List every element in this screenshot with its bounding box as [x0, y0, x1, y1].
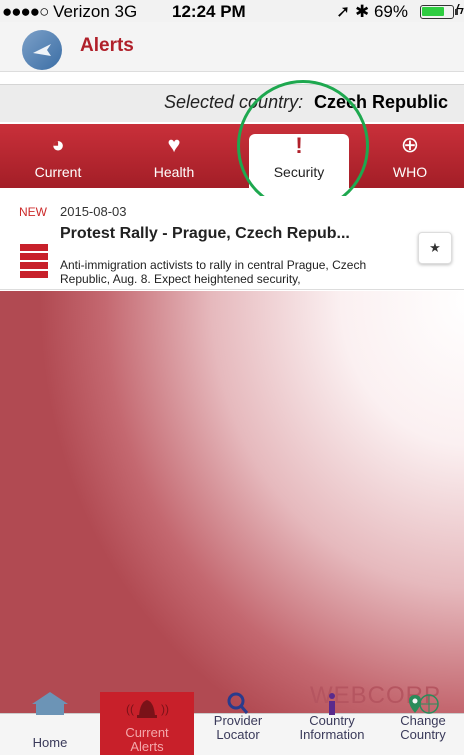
tabbar-label-line1: Current: [125, 725, 169, 740]
carrier-info: ●●●●○ Verizon 3G: [2, 2, 137, 22]
tab-who[interactable]: ⊕ WHO: [356, 124, 464, 188]
tabbar-provider-locator[interactable]: Provider Locator: [194, 692, 282, 755]
page-title: Alerts: [80, 35, 134, 56]
tab-label: WHO: [392, 164, 428, 180]
alert-list-item[interactable]: NEW 2015-08-03 Protest Rally - Prague, C…: [0, 196, 464, 290]
selected-country-bar: Selected country: Czech Republic: [0, 84, 464, 122]
alarm-bell-icon: (( )): [126, 700, 169, 718]
home-icon: [32, 692, 68, 715]
carrier-name: Verizon: [53, 2, 110, 21]
alert-category-tabs: ◕ Current ♥ Health ! Security ⊕ WHO: [0, 124, 464, 188]
star-icon: ★: [429, 240, 441, 255]
tabbar-label-line1: Provider: [213, 713, 263, 728]
tabbar-home[interactable]: Home: [0, 692, 100, 755]
alert-date: 2015-08-03: [60, 204, 127, 219]
tabbar-label-line1: Change: [400, 713, 446, 728]
globe-icon: ⊕: [400, 132, 420, 157]
tabbar-current-alerts[interactable]: (( )) Current Alerts: [100, 692, 194, 755]
location-bluetooth-icon: ➚ ✱: [336, 2, 370, 21]
status-indicators: ➚ ✱ 69%: [336, 2, 408, 22]
tabbar-label-line2: Country: [400, 727, 446, 742]
alert-title: Protest Rally - Prague, Czech Repub...: [60, 225, 350, 242]
alert-summary: Anti-immigration activists to rally in c…: [60, 258, 367, 286]
favorite-star-button[interactable]: ★: [418, 232, 452, 264]
tabbar-label-line2: Locator: [216, 727, 260, 742]
highlight-circle: [237, 80, 369, 212]
app-header: Alerts: [0, 22, 464, 72]
tab-health[interactable]: ♥ Health: [116, 124, 232, 188]
charging-icon: ϟ: [456, 1, 464, 18]
tab-current[interactable]: ◕ Current: [0, 124, 116, 188]
battery-icon: [420, 5, 458, 19]
tabbar-change-country[interactable]: Change Country: [382, 694, 464, 755]
content-background: [0, 291, 464, 713]
new-badge: NEW: [19, 205, 47, 219]
svg-text:((: ((: [126, 702, 134, 716]
network-type: 3G: [114, 2, 138, 21]
tabbar-label: Home: [32, 735, 68, 750]
status-bar: ●●●●○ Verizon 3G 12:24 PM ➚ ✱ 69% ϟ: [0, 0, 464, 22]
airplane-globe-icon[interactable]: [22, 30, 62, 70]
tabbar-label-line1: Country: [309, 713, 355, 728]
signal-strength-icon: ●●●●○: [2, 2, 49, 21]
pie-clock-icon: ◕: [51, 132, 65, 157]
bottom-tab-bar: Home (( )) Current Alerts Provider Locat…: [0, 692, 464, 755]
svg-text:)): )): [161, 702, 169, 716]
tabbar-label-line2: Information: [299, 727, 365, 742]
tabbar-country-information[interactable]: Country Information: [282, 693, 382, 755]
battery-percent: 69%: [373, 2, 408, 21]
heart-icon: ♥: [167, 132, 181, 157]
tabbar-label-line2: Alerts: [130, 739, 164, 754]
tab-label: Current: [34, 164, 82, 180]
status-time: 12:24 PM: [172, 2, 246, 21]
tab-label: Health: [153, 164, 195, 180]
security-alert-icon: [20, 244, 48, 282]
